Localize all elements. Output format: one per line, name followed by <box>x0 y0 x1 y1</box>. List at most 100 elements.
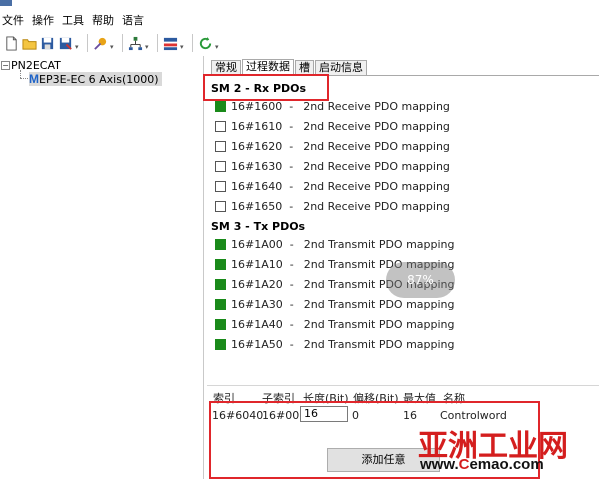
menu-bar: 文件 操作 工具 帮助 语言 <box>0 10 599 30</box>
settings-wand-icon[interactable] <box>92 35 108 51</box>
sm3-header: SM 3 - Tx PDOs <box>211 220 306 233</box>
chevron-down-icon[interactable]: ▾ <box>145 43 151 51</box>
highlight-box-sm2 <box>203 74 329 101</box>
pdo-checkbox[interactable] <box>215 278 226 290</box>
tree-root-label: PN2ECAT <box>11 59 61 72</box>
pdo-name: 2nd Receive PDO mapping <box>303 119 450 133</box>
pdo-checkbox[interactable] <box>215 238 226 250</box>
pdo-id: 16#1A00 <box>231 237 283 251</box>
toolbar-separator <box>192 34 193 52</box>
pdo-separator: - <box>289 159 294 173</box>
toolbar: ▾ ▾ ▾ ▾ ▾ <box>0 31 599 55</box>
device-logo-icon: M <box>29 72 39 86</box>
tab-startup-info[interactable]: 启动信息 <box>315 60 367 75</box>
pdo-row[interactable]: 16#1620-2nd Receive PDO mapping <box>215 138 450 154</box>
pdo-name: 2nd Transmit PDO mapping <box>303 337 455 351</box>
pdo-checkbox[interactable] <box>215 200 226 212</box>
pdo-row[interactable]: 16#1A50-2nd Transmit PDO mapping <box>215 336 455 352</box>
new-file-icon[interactable] <box>3 35 19 51</box>
title-bar <box>0 0 599 9</box>
pdo-checkbox[interactable] <box>215 100 226 112</box>
menu-tools[interactable]: 工具 <box>59 12 89 28</box>
network-icon[interactable] <box>127 35 143 51</box>
watermark-url: www.Cemao.com <box>420 456 544 473</box>
pdo-name: 2nd Transmit PDO mapping <box>303 297 455 311</box>
save-as-icon[interactable] <box>57 35 73 51</box>
refresh-icon[interactable] <box>197 35 213 51</box>
pdo-checkbox[interactable] <box>215 298 226 310</box>
pdo-separator: - <box>289 139 294 153</box>
device-tree: − PN2ECAT M EP3E-EC 6 Axis(1000) <box>0 56 204 479</box>
pdo-separator: - <box>289 199 294 213</box>
tab-process-data[interactable]: 过程数据 <box>242 59 294 75</box>
pdo-separator: - <box>289 119 294 133</box>
pdo-separator: - <box>289 337 294 351</box>
menu-operation[interactable]: 操作 <box>29 12 59 28</box>
watermark-logo: 亚洲工业网 www.Cemao.com <box>416 421 599 479</box>
toolbar-separator <box>157 34 158 52</box>
watermark-url-rest: emao.com <box>469 456 544 473</box>
pdo-checkbox[interactable] <box>215 338 226 350</box>
pdo-id: 16#1A20 <box>231 277 283 291</box>
chevron-down-icon[interactable]: ▾ <box>110 43 116 51</box>
pdo-checkbox[interactable] <box>215 160 226 172</box>
pdo-row[interactable]: 16#1A30-2nd Transmit PDO mapping <box>215 296 455 312</box>
tree-connector <box>20 78 28 79</box>
pdo-id: 16#1650 <box>231 199 283 213</box>
pdo-id: 16#1640 <box>231 179 283 193</box>
pdo-row[interactable]: 16#1A40-2nd Transmit PDO mapping <box>215 316 455 332</box>
pdo-id: 16#1A50 <box>231 337 283 351</box>
pdo-separator: - <box>289 257 294 271</box>
open-folder-icon[interactable] <box>21 35 37 51</box>
tree-connector <box>20 70 21 78</box>
pdo-id: 16#1620 <box>231 139 283 153</box>
grid-header-divider <box>207 385 599 386</box>
tree-device-label: EP3E-EC 6 Axis(1000) <box>39 72 159 86</box>
device-list-icon[interactable] <box>162 35 178 51</box>
collapse-toggle-icon[interactable]: − <box>1 61 10 70</box>
pdo-name: 2nd Receive PDO mapping <box>303 159 450 173</box>
pdo-list: SM 2 - Rx PDOs 16#1600-2nd Receive PDO m… <box>207 76 599 386</box>
pdo-row[interactable]: 16#1A00-2nd Transmit PDO mapping <box>215 236 455 252</box>
pdo-name: 2nd Receive PDO mapping <box>303 139 450 153</box>
zoom-overlay: 87% <box>386 262 455 298</box>
pdo-id: 16#1A10 <box>231 257 283 271</box>
pdo-separator: - <box>289 99 294 113</box>
toolbar-separator <box>122 34 123 52</box>
save-icon[interactable] <box>39 35 55 51</box>
watermark-url-c: C <box>458 456 470 473</box>
menu-language[interactable]: 语言 <box>119 12 149 28</box>
tab-general[interactable]: 常规 <box>211 60 241 75</box>
chevron-down-icon[interactable]: ▾ <box>180 43 186 51</box>
pdo-id: 16#1610 <box>231 119 283 133</box>
chevron-down-icon[interactable]: ▾ <box>215 43 221 51</box>
pdo-name: 2nd Receive PDO mapping <box>303 179 450 193</box>
toolbar-separator <box>87 34 88 52</box>
pdo-id: 16#1600 <box>231 99 283 113</box>
pdo-name: 2nd Transmit PDO mapping <box>303 317 455 331</box>
menu-help[interactable]: 帮助 <box>89 12 119 28</box>
pdo-checkbox[interactable] <box>215 258 226 270</box>
watermark-url-prefix: www. <box>420 456 459 473</box>
menu-file[interactable]: 文件 <box>0 12 29 28</box>
pdo-id: 16#1A40 <box>231 317 283 331</box>
pdo-checkbox[interactable] <box>215 140 226 152</box>
tree-device-node[interactable]: M EP3E-EC 6 Axis(1000) <box>29 72 162 86</box>
pdo-separator: - <box>289 297 294 311</box>
pdo-name: 2nd Receive PDO mapping <box>303 99 450 113</box>
app-icon <box>0 0 12 6</box>
tab-slots[interactable]: 槽 <box>295 60 314 75</box>
pdo-separator: - <box>289 317 294 331</box>
pdo-checkbox[interactable] <box>215 120 226 132</box>
pdo-checkbox[interactable] <box>215 180 226 192</box>
pdo-id: 16#1630 <box>231 159 283 173</box>
tree-root-node[interactable]: − PN2ECAT <box>1 59 61 72</box>
pdo-id: 16#1A30 <box>231 297 283 311</box>
pdo-row[interactable]: 16#1640-2nd Receive PDO mapping <box>215 178 450 194</box>
pdo-checkbox[interactable] <box>215 318 226 330</box>
pdo-row[interactable]: 16#1610-2nd Receive PDO mapping <box>215 118 450 134</box>
pdo-row[interactable]: 16#1630-2nd Receive PDO mapping <box>215 158 450 174</box>
chevron-down-icon[interactable]: ▾ <box>75 43 81 51</box>
pdo-separator: - <box>289 237 294 251</box>
pdo-row[interactable]: 16#1650-2nd Receive PDO mapping <box>215 198 450 214</box>
